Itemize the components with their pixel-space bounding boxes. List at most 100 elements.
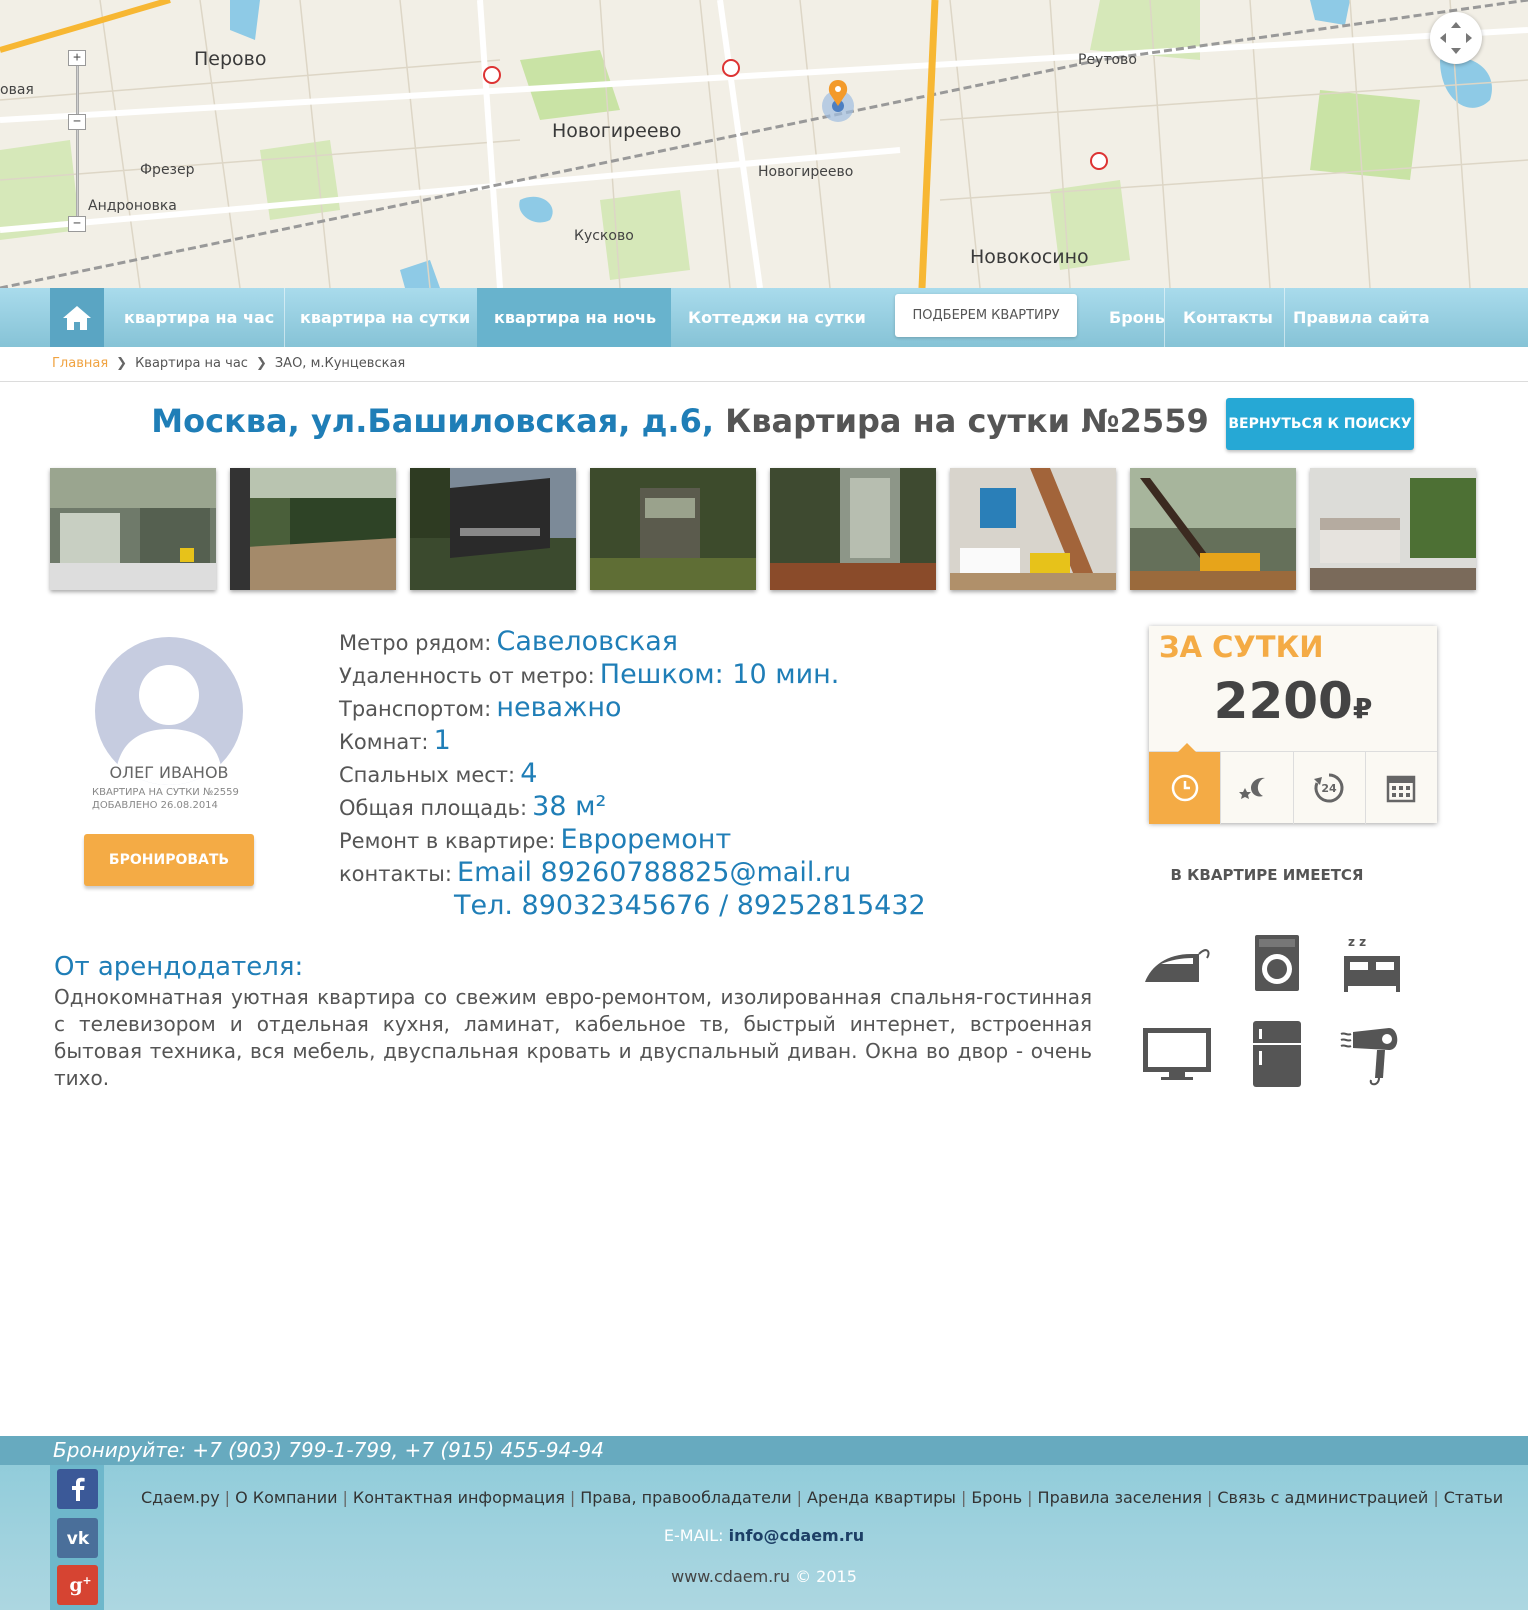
footer-link[interactable]: О Компании [235,1488,337,1507]
detail-value: Савеловская [496,626,679,657]
photo-staircase-icon [1130,468,1296,590]
footer-link[interactable]: Сдаем.ру [141,1488,220,1507]
owner-meta: КВАРТИРА НА СУТКИ №2559 ДОБАВЛЕНО 26.08.… [92,786,239,812]
detail-renovation: Ремонт в квартире: Евроремонт [339,824,926,857]
fridge-icon [1253,1021,1301,1087]
svg-text:24: 24 [1321,782,1337,795]
nav-home-button[interactable] [50,288,104,347]
gallery-thumbnail[interactable] [590,468,756,590]
detail-distance: Удаленность от метро: Пешком: 10 мин. [339,659,926,692]
bed-icon: z z [1344,935,1400,992]
gallery-thumbnail[interactable] [50,468,216,590]
footer-link[interactable]: Правила заселения [1038,1488,1202,1507]
listing-name: Квартира на сутки №2559 [725,402,1209,440]
amenity-washer [1238,927,1316,999]
owner-name: ОЛЕГ ИВАНОВ [109,763,229,782]
price-card: ЗА СУТКИ 2200₽ 24 [1149,626,1437,824]
nav-item-rules[interactable]: Правила сайта [1276,288,1447,347]
nav-item-night[interactable]: квартира на ночь [477,288,671,347]
detail-rooms: Комнат: 1 [339,725,926,758]
copyright-text: © 2015 [795,1567,857,1586]
footer-copyright: www.cdaem.ru © 2015 [0,1567,1528,1586]
night-icon [1238,777,1265,799]
gallery-thumbnail[interactable] [230,468,396,590]
price-value: 2200₽ [1149,672,1437,730]
footer-email-link[interactable]: info@cdaem.ru [729,1526,864,1545]
zoom-out-button[interactable]: − [68,216,86,232]
footer-site-link[interactable]: www.cdaem.ru [671,1567,790,1586]
nav-item-contacts[interactable]: Контакты [1166,288,1290,347]
back-to-search-button[interactable]: ВЕРНУТЬСЯ К ПОИСКУ [1226,398,1414,450]
contact-email-link[interactable]: Email 89260788825@mail.ru [457,857,851,888]
map-tiles [0,0,1528,288]
facebook-button[interactable] [57,1469,98,1509]
divider [0,381,1528,382]
nav-item-cottages[interactable]: Коттеджи на сутки [671,288,883,347]
home-icon [63,305,91,330]
iron-icon [1145,949,1210,982]
detail-label: Транспортом: [339,697,492,721]
book-button[interactable]: БРОНИРОВАТЬ [84,834,254,886]
clock-icon [1171,774,1198,802]
photo-interior-icon [50,468,216,590]
photo-living-room-icon [950,468,1116,590]
zoom-slider-handle[interactable]: − [68,114,86,130]
gallery-thumbnail[interactable] [770,468,936,590]
tab-day[interactable]: 24 [1292,752,1365,824]
gallery-thumbnail[interactable] [1310,468,1476,590]
footer-link[interactable]: Связь с администрацией [1217,1488,1428,1507]
footer-link[interactable]: Права, правообладатели [580,1488,791,1507]
breadcrumb-category-link[interactable]: Квартира на час [135,356,248,371]
amenities-title: В КВАРТИРЕ ИМЕЕТСЯ [1170,866,1364,884]
contact-phone[interactable]: Тел. 89032345676 / 89252815432 [454,890,926,921]
map-label-novogireevo-station: Новогиреево [758,164,854,180]
breadcrumb: Главная ❯ Квартира на час ❯ ЗАО, м.Кунце… [52,356,405,371]
nav-item-day[interactable]: квартира на сутки [283,288,487,347]
amenity-fridge [1238,1018,1316,1090]
map-label-novokosino: Новокосино [970,246,1089,268]
main-nav: квартира на час квартира на сутки кварти… [0,288,1528,347]
map-label-andronovka: Андроновка [88,198,177,214]
separator: | [224,1488,231,1507]
chevron-right-icon: ❯ [116,356,128,371]
footer-link[interactable]: Статьи [1444,1488,1503,1507]
footer-link[interactable]: Аренда квартиры [807,1488,956,1507]
footer-link[interactable]: Контактная информация [353,1488,565,1507]
detail-label: Комнат: [339,730,429,754]
tab-month[interactable] [1364,752,1437,824]
zoom-slider-track[interactable] [76,58,79,228]
photo-forest-house-icon [590,468,756,590]
footer-link[interactable]: Бронь [971,1488,1022,1507]
map-zoom-control[interactable]: + − − [68,50,86,235]
price-period: ЗА СУТКИ [1159,630,1324,664]
detail-transport: Транспортом: неважно [339,692,926,725]
detail-metro: Метро рядом: Савеловская [339,626,926,659]
page-title: Москва, ул.Башиловская, д.6, Квартира на… [0,402,1360,440]
gallery-thumbnail[interactable] [950,468,1116,590]
map[interactable]: Перово Новогиреево Новокосино Реутово Фр… [0,0,1528,288]
detail-phones: Тел. 89032345676 / 89252815432 [339,890,926,923]
hair-dryer-icon [1340,1028,1398,1086]
map-fullscreen-button[interactable] [1430,12,1482,64]
map-label-frezer: Фрезер [140,162,195,178]
gallery-thumbnail[interactable] [410,468,576,590]
tab-night[interactable] [1220,752,1292,824]
facebook-icon [71,1477,85,1501]
breadcrumb-home-link[interactable]: Главная [52,356,108,371]
calendar-icon [1387,775,1416,803]
find-apartment-button[interactable]: ПОДБЕРЕМ КВАРТИРУ [895,294,1077,337]
ruble-icon: ₽ [1352,692,1373,725]
nav-item-hour[interactable]: квартира на час [107,288,291,347]
listing-details: Метро рядом: Савеловская Удаленность от … [339,626,926,923]
map-label-novogireevo: Новогиреево [552,120,682,142]
separator: | [1206,1488,1213,1507]
detail-label: Спальных мест: [339,763,516,787]
price-amount: 2200 [1213,672,1353,730]
listing-address: Москва, ул.Башиловская, д.6, [151,402,714,440]
tv-icon [1143,1028,1211,1080]
footer-email-label: E-MAIL: [663,1526,724,1545]
tab-hour[interactable] [1149,743,1221,824]
footer-phone: Бронируйте: +7 (903) 799-1-799, +7 (915)… [53,1438,604,1462]
gallery-thumbnail[interactable] [1130,468,1296,590]
zoom-in-button[interactable]: + [68,50,86,66]
